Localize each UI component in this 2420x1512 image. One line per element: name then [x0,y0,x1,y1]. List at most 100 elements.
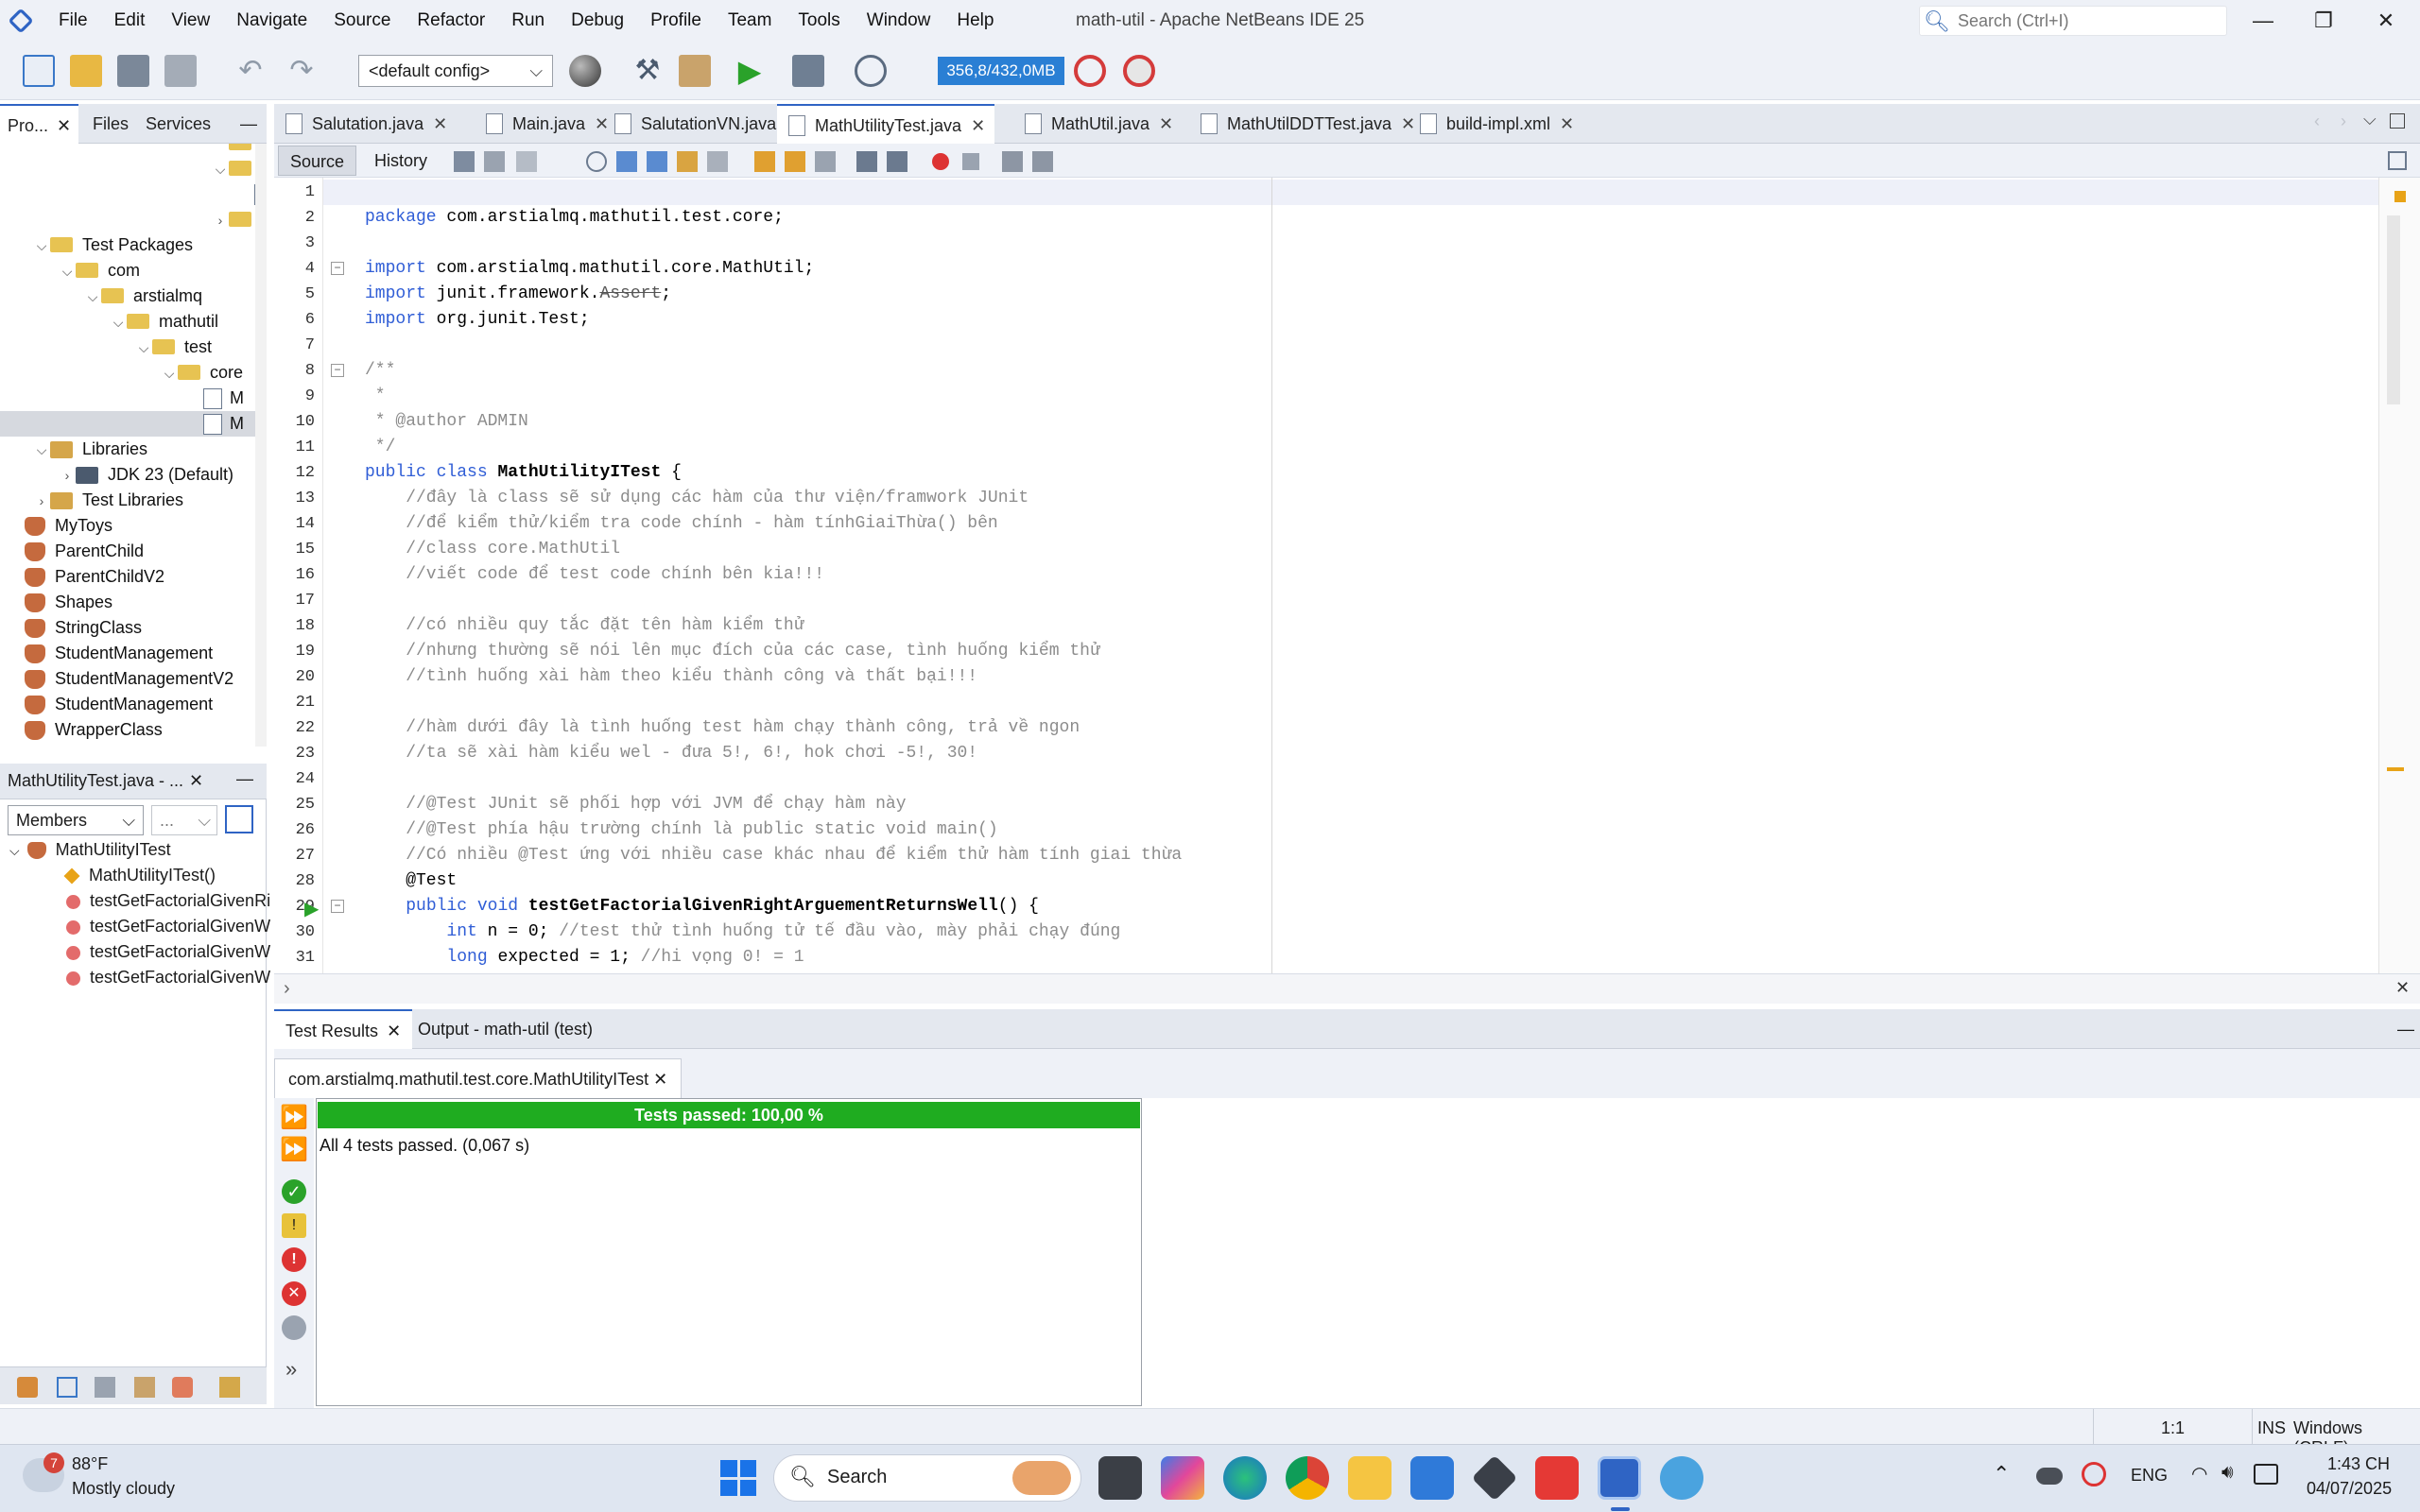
back-icon[interactable] [484,151,505,172]
navigator-member[interactable]: MathUtilityITest() [63,863,216,888]
code-line[interactable]: //Có nhiều @Test ứng với nhiều case khác… [365,843,1182,868]
tab-files[interactable]: Files [85,104,136,144]
line-number[interactable]: 23 [277,741,315,766]
uncomment-icon[interactable] [1032,151,1053,172]
previous-bookmark-icon[interactable] [754,151,775,172]
code-line[interactable]: * @author ADMIN [365,409,528,435]
code-lines[interactable]: package com.arstialmq.mathutil.test.core… [323,178,2378,973]
tree-node[interactable]: WrapperClass [0,717,255,743]
project-tree-scrollbar[interactable] [255,144,267,747]
tree-node[interactable]: ParentChildV2 [0,564,255,590]
code-line[interactable]: //class core.MathUtil [365,537,620,562]
battery-icon[interactable] [2254,1464,2278,1485]
chevron-down-icon[interactable]: ⌵ [33,438,50,463]
rerun-failed-icon[interactable]: ⏩ [280,1136,308,1163]
line-number[interactable]: 17 [277,588,315,613]
code-line[interactable]: long expected = 1; //hi vọng 0! = 1 [365,945,804,971]
code-line[interactable]: public void testGetFactorialGivenRightAr… [365,894,1039,919]
chevron-down-icon[interactable]: ⌵ [59,259,76,284]
line-number[interactable]: 16 [277,562,315,588]
code-line[interactable]: //có nhiều quy tắc đặt tên hàm kiểm thử [365,613,804,639]
line-number[interactable]: 20 [277,664,315,690]
menu-item-window[interactable]: Window [854,0,944,42]
code-line[interactable]: */ [365,435,396,460]
tree-node[interactable]: StudentManagement [0,692,255,717]
code-line[interactable]: //đây là class sẽ sử dụng các hàm của th… [365,486,1028,511]
stop-macro-icon[interactable] [962,153,979,170]
redo-icon[interactable]: ↷ [285,55,318,87]
editor-scrollbar[interactable] [2378,178,2420,973]
undo-icon[interactable]: ↶ [234,55,267,87]
scroll-thumb[interactable] [2387,215,2400,404]
close-icon[interactable]: ✕ [57,116,71,135]
chevron-up-icon[interactable]: ⌃ [1993,1462,2010,1486]
build-hammer-icon[interactable]: ⚒ [631,55,664,87]
shift-right-icon[interactable] [887,151,908,172]
tree-node[interactable]: › JDK 23 (Default) [0,462,255,488]
annotation-marker[interactable] [2387,767,2404,771]
more-actions-icon[interactable]: » [285,1357,297,1382]
line-number[interactable]: 25 [277,792,315,817]
chrome-icon[interactable] [1286,1456,1329,1500]
code-line[interactable]: //@Test phía hậu trường chính là public … [365,817,998,843]
language-indicator[interactable]: ENG [2131,1466,2168,1486]
line-number[interactable]: 30 [277,919,315,945]
line-number[interactable]: 3 [277,231,315,256]
edge-browser-icon[interactable] [1223,1456,1267,1500]
tree-node[interactable]: ⌵ core [0,360,255,386]
members-filter-select[interactable]: Members ⌵ [8,805,144,835]
scroll-tabs-right-icon[interactable]: › [2341,112,2346,131]
navigator-options-icon[interactable] [225,805,253,833]
close-icon[interactable]: ✕ [387,1022,401,1040]
tree-node[interactable]: M [0,386,255,411]
line-number[interactable]: 14 [277,511,315,537]
tab-source[interactable]: Source [278,146,357,176]
tree-node[interactable]: ⌵ arstialmq [0,284,255,309]
tree-node[interactable]: ⌵ Test Packages [0,232,255,258]
youtube-app-icon[interactable] [1535,1456,1579,1500]
browser-globe-icon[interactable] [569,55,601,87]
menu-item-run[interactable]: Run [498,0,558,42]
filter-nonpublic-icon[interactable] [95,1377,115,1398]
line-number[interactable]: 27 [277,843,315,868]
volume-icon[interactable]: 🔊︎ [2221,1462,2234,1484]
open-project-icon[interactable] [117,55,149,87]
line-number[interactable]: 7 [277,333,315,358]
line-number[interactable]: 2 [277,205,315,231]
tab-services[interactable]: Services [138,104,218,144]
save-all-icon[interactable] [164,55,197,87]
editor-tab[interactable]: Salutation.java ✕ [274,104,457,144]
fold-toggle-icon[interactable]: − [331,364,344,377]
new-file-icon[interactable] [23,55,55,87]
navigator-class-node[interactable]: ⌵ MathUtilityITest [9,837,171,863]
code-line[interactable]: //tình huống xài hàm theo kiểu thành côn… [365,664,977,690]
menu-item-team[interactable]: Team [715,0,785,42]
show-failed-icon[interactable]: ! [282,1247,306,1272]
chevron-right-icon[interactable]: › [59,463,76,489]
tree-node[interactable]: StudentManagementV2 [0,666,255,692]
close-icon[interactable]: ✕ [971,116,985,135]
close-icon[interactable]: ✕ [2395,978,2410,998]
tree-node[interactable]: ⌵ Libraries [0,437,255,462]
maximize-button[interactable]: ❐ [2295,0,2352,42]
show-aborted-icon[interactable]: ✕ [282,1281,306,1306]
tree-node[interactable]: ⌵ com [0,258,255,284]
close-icon[interactable]: ✕ [189,771,203,791]
code-line[interactable]: * [365,384,386,409]
menu-item-file[interactable]: File [45,0,101,42]
filter-static-icon[interactable] [57,1377,78,1398]
line-number[interactable]: 5 [277,282,315,307]
forward-icon[interactable] [516,151,537,172]
tab-output[interactable]: Output - math-util (test) [406,1009,604,1049]
copilot-icon[interactable] [1161,1456,1204,1500]
start-macro-icon[interactable] [932,153,949,170]
code-line[interactable]: import com.arstialmq.mathutil.core.MathU… [365,256,814,282]
menu-item-profile[interactable]: Profile [637,0,715,42]
line-number[interactable]: 12 [277,460,315,486]
comment-icon[interactable] [1002,151,1023,172]
close-icon[interactable]: ✕ [653,1070,667,1089]
line-number[interactable]: 28 [277,868,315,894]
code-line[interactable]: //@Test JUnit sẽ phối hợp với JVM để chạ… [365,792,906,817]
find-previous-icon[interactable] [616,151,637,172]
chevron-down-icon[interactable]: ⌵ [9,843,20,858]
